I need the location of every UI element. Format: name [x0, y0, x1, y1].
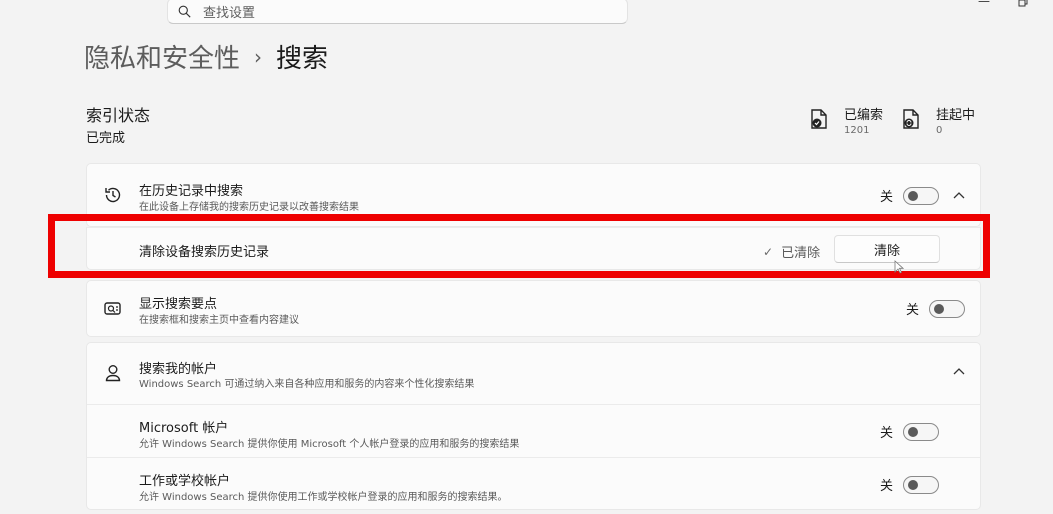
restore-button[interactable] [1018, 0, 1028, 10]
microsoft-account-title: Microsoft 帐户 [139, 421, 229, 436]
mouse-cursor-icon [894, 260, 904, 274]
pending-document-icon [903, 109, 919, 129]
breadcrumb: 隐私和安全性 › 搜索 [84, 38, 328, 75]
indexed-count: 1201 [844, 125, 870, 136]
indexing-status-title: 索引状态 [86, 106, 151, 125]
breadcrumb-parent[interactable]: 隐私和安全性 [84, 38, 240, 75]
indexing-status-value: 已完成 [86, 131, 126, 146]
indexed-stat: 已编索 1201 [808, 104, 883, 136]
search-highlights-title: 显示搜索要点 [139, 297, 218, 312]
restore-icon [1018, 0, 1028, 7]
search-placeholder: 查找设置 [203, 5, 256, 21]
search-highlights-toggle[interactable] [929, 299, 966, 318]
history-search-toggle-group: 关 [880, 186, 940, 205]
search-highlights-toggle-group: 关 [906, 299, 966, 318]
search-input[interactable]: 查找设置 [167, 0, 628, 24]
history-search-toggle-label: 关 [880, 190, 894, 205]
microsoft-account-row: Microsoft 帐户 允许 Windows Search 提供你使用 Mic… [87, 404, 980, 457]
search-highlights-toggle-label: 关 [906, 303, 920, 318]
highlight-box [48, 214, 990, 278]
microsoft-account-toggle-label: 关 [880, 426, 894, 441]
microsoft-account-toggle[interactable] [903, 422, 940, 441]
work-account-toggle[interactable] [903, 475, 940, 494]
work-account-toggle-label: 关 [880, 479, 894, 494]
chevron-up-icon[interactable] [952, 365, 966, 379]
history-icon [105, 187, 121, 203]
breadcrumb-separator: › [254, 44, 263, 69]
page-title: 搜索 [276, 44, 329, 74]
microsoft-account-description: 允许 Windows Search 提供你使用 Microsoft 个人帐户登录… [139, 439, 520, 450]
pending-label: 挂起中 [936, 108, 976, 123]
indexed-document-icon [811, 109, 827, 129]
history-search-title: 在历史记录中搜索 [139, 184, 244, 199]
microsoft-account-toggle-group: 关 [880, 422, 940, 441]
history-search-toggle[interactable] [903, 186, 940, 205]
person-icon [105, 365, 121, 382]
pending-count: 0 [936, 125, 943, 136]
work-account-row: 工作或学校帐户 允许 Windows Search 提供你使用工作或学校帐户登录… [87, 457, 980, 510]
minimize-button[interactable]: — [978, 0, 990, 8]
search-highlights-card: 显示搜索要点 在搜索框和搜索主页中查看内容建议 关 [86, 280, 981, 337]
search-highlights-icon [104, 302, 121, 315]
work-account-title: 工作或学校帐户 [139, 474, 231, 489]
search-accounts-card: 搜索我的帐户 Windows Search 可通过纳入来自各种应用和服务的内容来… [86, 342, 981, 510]
search-icon [178, 5, 191, 18]
search-accounts-description: Windows Search 可通过纳入来自各种应用和服务的内容来个性化搜索结果 [139, 379, 475, 390]
work-account-description: 允许 Windows Search 提供你使用工作或学校帐户登录的应用和服务的搜… [139, 492, 508, 503]
work-account-toggle-group: 关 [880, 475, 940, 494]
chevron-up-icon[interactable] [952, 189, 966, 203]
indexed-label: 已编索 [844, 108, 884, 123]
pending-stat: 挂起中 0 [900, 104, 975, 136]
search-highlights-description: 在搜索框和搜索主页中查看内容建议 [139, 315, 299, 326]
history-search-description: 在此设备上存储我的搜索历史记录以改善搜索结果 [139, 202, 359, 213]
